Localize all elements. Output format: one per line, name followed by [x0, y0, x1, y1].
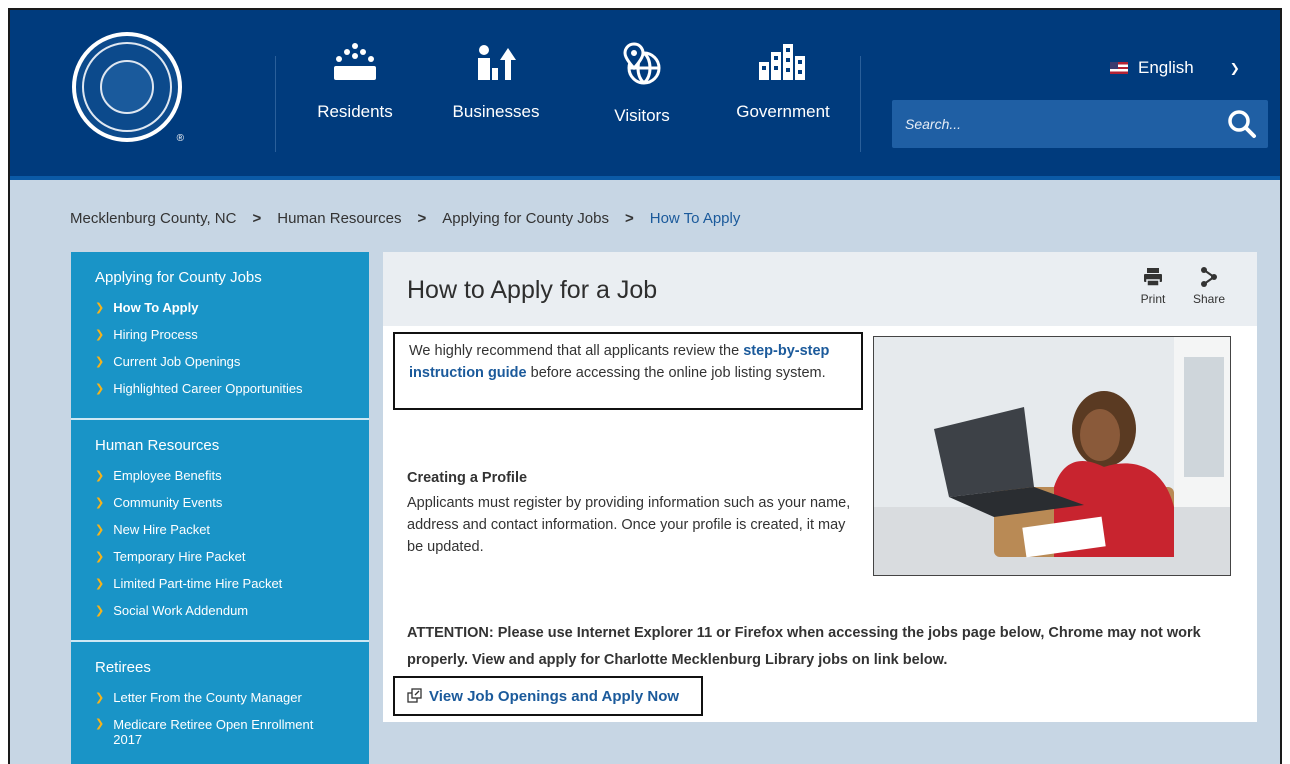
- share-button[interactable]: Share: [1189, 266, 1229, 306]
- applicant-laptop-photo: [873, 336, 1231, 576]
- county-seal-logo[interactable]: ®: [72, 32, 184, 144]
- people-group-icon: [334, 43, 376, 80]
- nav-visitors[interactable]: Visitors: [602, 34, 682, 154]
- chevron-right-icon: ❯: [95, 302, 105, 314]
- printer-icon: [1144, 268, 1162, 287]
- chevron-right-icon: ❯: [95, 524, 105, 536]
- breadcrumb-current[interactable]: How To Apply: [650, 210, 741, 227]
- sidebar-item-how-to-apply[interactable]: ❯ How To Apply: [95, 300, 345, 315]
- site-header: ® Residents Businesses Visitors Governme…: [10, 10, 1280, 180]
- globe-pin-icon: [623, 42, 661, 85]
- breadcrumb-separator-icon: >: [624, 210, 634, 227]
- sidebar-item-new-hire-packet[interactable]: ❯ New Hire Packet: [95, 522, 345, 537]
- browser-frame: ® Residents Businesses Visitors Governme…: [8, 8, 1282, 764]
- sidebar-item-highlighted-career[interactable]: ❯ Highlighted Career Opportunities: [95, 381, 345, 396]
- nav-government-label: Government: [736, 102, 830, 121]
- chevron-down-icon: ❯: [1229, 61, 1240, 75]
- chevron-right-icon: ❯: [95, 578, 105, 590]
- nav-businesses-label: Businesses: [452, 102, 540, 121]
- view-job-openings-label: View Job Openings and Apply Now: [429, 687, 680, 705]
- nav-government[interactable]: Government: [728, 34, 838, 154]
- breadcrumb-item[interactable]: Applying for County Jobs: [442, 210, 609, 227]
- sidebar-item-hiring-process[interactable]: ❯ Hiring Process: [95, 327, 345, 342]
- us-flag-icon: [1110, 62, 1128, 74]
- external-link-icon: [407, 688, 422, 703]
- sidebar-section: Applying for County Jobs ❯ How To Apply …: [71, 252, 369, 420]
- breadcrumb: Mecklenburg County, NC > Human Resources…: [70, 210, 740, 227]
- breadcrumb-separator-icon: >: [417, 210, 427, 227]
- search-icon[interactable]: [1226, 108, 1258, 140]
- chevron-right-icon: ❯: [95, 605, 105, 617]
- nav-visitors-label: Visitors: [614, 106, 670, 125]
- sidebar-section: Retirees ❯ Letter From the County Manage…: [71, 642, 369, 764]
- sidebar-section-title[interactable]: Retirees: [95, 659, 345, 676]
- sidebar-item-community-events[interactable]: ❯ Community Events: [95, 495, 345, 510]
- search-input[interactable]: [892, 100, 1212, 148]
- nav-residents-label: Residents: [317, 102, 393, 121]
- sidebar-item-letter-county-manager[interactable]: ❯ Letter From the County Manager: [95, 690, 345, 705]
- business-growth-icon: [478, 45, 516, 80]
- chevron-right-icon: ❯: [95, 329, 105, 341]
- sidebar: Applying for County Jobs ❯ How To Apply …: [71, 252, 369, 764]
- print-label: Print: [1140, 292, 1166, 306]
- view-job-openings-link[interactable]: View Job Openings and Apply Now: [393, 676, 703, 716]
- header-divider: [860, 56, 861, 152]
- buildings-icon: [759, 44, 805, 80]
- chevron-right-icon: ❯: [95, 470, 105, 482]
- sidebar-section-title[interactable]: Applying for County Jobs: [95, 269, 345, 286]
- print-button[interactable]: Print: [1133, 266, 1173, 306]
- chevron-right-icon: ❯: [95, 356, 105, 368]
- sidebar-item-employee-benefits[interactable]: ❯ Employee Benefits: [95, 468, 345, 483]
- chevron-right-icon: ❯: [95, 692, 105, 704]
- language-selector[interactable]: English ❯: [1110, 58, 1240, 78]
- breadcrumb-separator-icon: >: [252, 210, 262, 227]
- header-divider: [275, 56, 276, 152]
- main-content: How to Apply for a Job Print Share We hi…: [383, 252, 1257, 722]
- language-label: English: [1138, 58, 1194, 77]
- share-icon: [1201, 267, 1217, 287]
- sidebar-item-medicare-open-enrollment[interactable]: ❯ Medicare Retiree Open Enrollment 2017: [95, 717, 345, 747]
- nav-businesses[interactable]: Businesses: [446, 34, 546, 154]
- search-bar: [892, 100, 1268, 148]
- intro-paragraph: We highly recommend that all applicants …: [393, 332, 863, 410]
- chevron-right-icon: ❯: [95, 383, 105, 395]
- page-title: How to Apply for a Job: [407, 276, 658, 304]
- chevron-right-icon: ❯: [95, 718, 105, 730]
- breadcrumb-item[interactable]: Mecklenburg County, NC: [70, 210, 236, 227]
- chevron-right-icon: ❯: [95, 497, 105, 509]
- breadcrumb-item[interactable]: Human Resources: [277, 210, 401, 227]
- content-header: How to Apply for a Job Print Share: [383, 252, 1257, 326]
- nav-residents[interactable]: Residents: [310, 34, 400, 154]
- sidebar-item-limited-part-time[interactable]: ❯ Limited Part-time Hire Packet: [95, 576, 345, 591]
- profile-description: Applicants must register by providing in…: [407, 495, 851, 555]
- sidebar-section: Human Resources ❯ Employee Benefits ❯ Co…: [71, 420, 369, 642]
- sidebar-item-current-job-openings[interactable]: ❯ Current Job Openings: [95, 354, 345, 369]
- profile-heading: Creating a Profile: [407, 470, 528, 486]
- sidebar-item-social-work-addendum[interactable]: ❯ Social Work Addendum: [95, 603, 345, 618]
- share-label: Share: [1192, 292, 1226, 306]
- browser-attention-notice: ATTENTION: Please use Internet Explorer …: [407, 625, 1201, 668]
- sidebar-item-temporary-hire-packet[interactable]: ❯ Temporary Hire Packet: [95, 549, 345, 564]
- chevron-right-icon: ❯: [95, 551, 105, 563]
- sidebar-section-title[interactable]: Human Resources: [95, 437, 345, 454]
